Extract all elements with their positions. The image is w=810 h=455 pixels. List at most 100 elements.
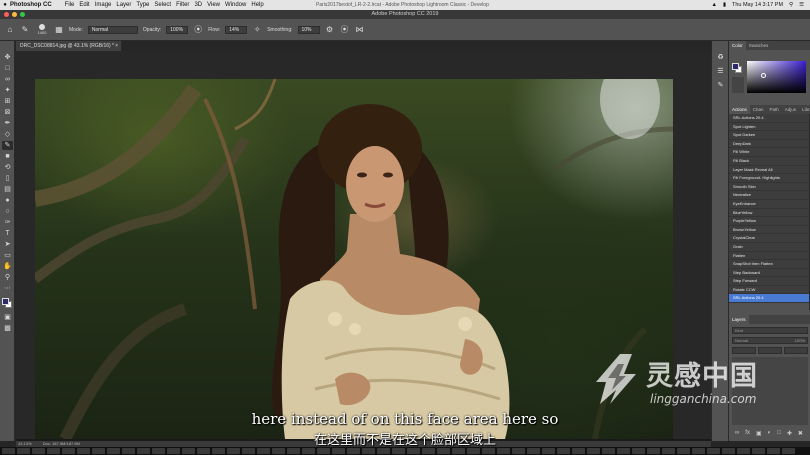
dock-app-icon[interactable] — [182, 448, 195, 454]
tab-paths[interactable]: Path — [767, 105, 782, 114]
mode-dropdown[interactable]: Normal — [87, 25, 138, 34]
dock-app-icon[interactable] — [482, 448, 495, 454]
brush-tool-icon[interactable]: ✎ — [2, 141, 13, 150]
tab-layers[interactable]: Layers — [729, 315, 749, 324]
menu-file[interactable]: File — [65, 0, 80, 10]
edit-toolbar-icon[interactable]: ⋯ — [2, 284, 13, 293]
action-item[interactable]: SnapShot then Flatten — [729, 260, 810, 269]
dock-app-icon[interactable] — [782, 448, 795, 454]
action-item[interactable]: CrystalClear — [729, 234, 810, 243]
menu-edit[interactable]: Edit — [79, 0, 94, 10]
dock-app-icon[interactable] — [602, 448, 615, 454]
menu-help[interactable]: Help — [251, 0, 268, 10]
foreground-color-swatch[interactable] — [2, 298, 9, 305]
quick-mask-icon[interactable]: ▣ — [2, 313, 13, 322]
dock-app-icon[interactable] — [737, 448, 750, 454]
history-panel-icon[interactable]: ♻ — [716, 53, 725, 62]
dock-app-icon[interactable] — [557, 448, 570, 454]
brush-preset-picker[interactable]: 1400 — [35, 23, 49, 37]
type-tool-icon[interactable]: T — [2, 229, 13, 238]
dock-app-icon[interactable] — [467, 448, 480, 454]
dock-app-icon[interactable] — [2, 448, 15, 454]
tab-libraries[interactable]: Librar — [799, 105, 810, 114]
tab-actions[interactable]: Actions — [729, 105, 750, 114]
menu-app-name[interactable]: Photoshop CC — [10, 0, 57, 10]
dock-app-icon[interactable] — [17, 448, 30, 454]
action-item[interactable]: PurpleYellow — [729, 217, 810, 226]
menu-layer[interactable]: Layer — [116, 0, 136, 10]
brush-tool-preset-icon[interactable]: ✎ — [20, 25, 30, 35]
dock-app-icon[interactable] — [617, 448, 630, 454]
dodge-tool-icon[interactable]: ○ — [2, 207, 13, 216]
action-item[interactable]: SRL Actions 20.4 — [729, 114, 810, 123]
layer-filter-kind[interactable]: Kind — [732, 327, 808, 334]
smoothing-field[interactable]: 10% — [297, 25, 320, 34]
pressure-size-icon[interactable]: ⦿ — [340, 25, 350, 35]
dock-app-icon[interactable] — [257, 448, 270, 454]
brushes-panel-icon[interactable]: ✎ — [716, 81, 725, 90]
marquee-tool-icon[interactable]: □ — [2, 64, 13, 73]
dock-app-icon[interactable] — [47, 448, 60, 454]
action-item[interactable]: Flatten — [729, 252, 810, 261]
airbrush-icon[interactable]: ✧ — [252, 25, 262, 35]
color-panel-foreground-swatch[interactable] — [732, 63, 739, 70]
action-item[interactable]: Grain — [729, 243, 810, 252]
spotlight-search-icon[interactable]: ⚲ — [789, 0, 793, 10]
dock-app-icon[interactable] — [407, 448, 420, 454]
dock-app-icon[interactable] — [677, 448, 690, 454]
pen-tool-icon[interactable]: ✑ — [2, 218, 13, 227]
tab-channels[interactable]: Chan — [750, 105, 767, 114]
dock-app-icon[interactable] — [692, 448, 705, 454]
dock-app-icon[interactable] — [77, 448, 90, 454]
layer-blend-mode-dropdown[interactable]: Normal 100% — [732, 337, 808, 344]
frame-tool-icon[interactable]: ⊠ — [2, 108, 13, 117]
dock-app-icon[interactable] — [332, 448, 345, 454]
action-item[interactable]: Spot Lighten — [729, 123, 810, 132]
path-selection-tool-icon[interactable]: ➤ — [2, 240, 13, 249]
dock-app-icon[interactable] — [197, 448, 210, 454]
zoom-window-button[interactable] — [20, 12, 25, 17]
dock-app-icon[interactable] — [542, 448, 555, 454]
dock-app-icon[interactable] — [662, 448, 675, 454]
action-item[interactable]: Step Backward — [729, 269, 810, 278]
dock-app-icon[interactable] — [167, 448, 180, 454]
dock-app-icon[interactable] — [272, 448, 285, 454]
action-item[interactable]: Rotate CCW — [729, 286, 810, 295]
opacity-field[interactable]: 100% — [166, 25, 189, 34]
zoom-tool-icon[interactable]: ⚲ — [2, 273, 13, 282]
pressure-opacity-icon[interactable]: ⦿ — [193, 25, 203, 35]
action-item[interactable]: BrownYellow — [729, 226, 810, 235]
action-item[interactable]: Fill White — [729, 148, 810, 157]
dock-app-icon[interactable] — [512, 448, 525, 454]
action-item[interactable]: EyeEnhance — [729, 200, 810, 209]
quick-selection-tool-icon[interactable]: ✦ — [2, 86, 13, 95]
tab-adjustments[interactable]: Adjus — [782, 105, 799, 114]
notification-center-icon[interactable]: ☰ — [799, 0, 804, 10]
smoothing-settings-gear-icon[interactable]: ⚙ — [325, 25, 335, 35]
dock-app-icon[interactable] — [137, 448, 150, 454]
dock-app-icon[interactable] — [92, 448, 105, 454]
color-picker-cursor[interactable] — [761, 73, 766, 78]
minimize-window-button[interactable] — [12, 12, 17, 17]
action-item[interactable]: Spot Darken — [729, 131, 810, 140]
screen-mode-icon[interactable]: ▩ — [2, 324, 13, 333]
dock-app-icon[interactable] — [362, 448, 375, 454]
action-item[interactable]: Step Forward — [729, 277, 810, 286]
crop-tool-icon[interactable]: ⊞ — [2, 97, 13, 106]
action-item[interactable]: Neutralize — [729, 191, 810, 200]
dock-app-icon[interactable] — [392, 448, 405, 454]
dock-app-icon[interactable] — [452, 448, 465, 454]
action-item[interactable]: Fill Foreground- Highlights — [729, 174, 810, 183]
layer-opacity-value[interactable]: 100% — [795, 338, 805, 344]
move-tool-icon[interactable]: ✥ — [2, 53, 13, 62]
dock-app-icon[interactable] — [347, 448, 360, 454]
menu-image[interactable]: Image — [95, 0, 117, 10]
dock-app-icon[interactable] — [422, 448, 435, 454]
close-document-icon[interactable]: × — [115, 41, 118, 51]
menu-view[interactable]: View — [207, 0, 225, 10]
menubar-clock[interactable]: Thu May 14 3:17 PM — [732, 0, 783, 10]
tab-color[interactable]: Color — [729, 41, 746, 50]
menu-window[interactable]: Window — [225, 0, 251, 10]
color-field[interactable] — [747, 61, 806, 93]
dock-app-icon[interactable] — [752, 448, 765, 454]
